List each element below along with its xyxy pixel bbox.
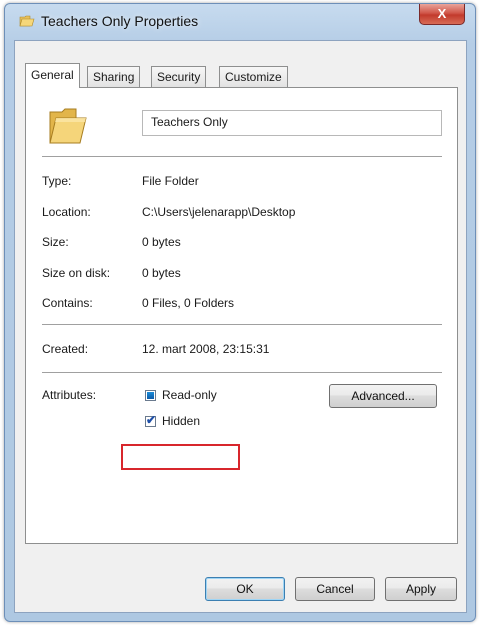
folder-name-input[interactable]: Teachers Only xyxy=(142,110,442,136)
size-value: 0 bytes xyxy=(142,235,181,249)
dialog-client-area: General Sharing Security Customize Teach… xyxy=(14,40,467,613)
general-tab-panel: Teachers Only Type: File Folder Location… xyxy=(25,87,458,544)
title-bar[interactable]: Teachers Only Properties X xyxy=(5,4,475,40)
properties-dialog: Teachers Only Properties X General Shari… xyxy=(4,3,476,622)
readonly-checkbox[interactable] xyxy=(145,390,156,401)
type-value: File Folder xyxy=(142,174,199,188)
readonly-label: Read-only xyxy=(162,388,217,402)
cancel-button[interactable]: Cancel xyxy=(295,577,375,601)
location-label: Location: xyxy=(42,205,91,219)
contains-value: 0 Files, 0 Folders xyxy=(142,296,235,310)
contains-label: Contains: xyxy=(42,296,93,310)
hidden-checkbox[interactable]: ✔ xyxy=(145,413,157,427)
divider xyxy=(42,324,442,326)
hidden-attribute-highlight xyxy=(121,444,240,470)
checkmark-icon: ✔ xyxy=(146,413,157,427)
location-value: C:\Users\jelenarapp\Desktop xyxy=(142,205,296,219)
size-on-disk-label: Size on disk: xyxy=(42,266,111,280)
close-button[interactable]: X xyxy=(419,4,465,25)
hidden-label: Hidden xyxy=(162,414,201,428)
folder-icon xyxy=(49,108,87,144)
divider xyxy=(42,156,442,158)
advanced-button[interactable]: Advanced... xyxy=(329,384,437,408)
folder-icon xyxy=(19,15,35,27)
size-on-disk-value: 0 bytes xyxy=(142,266,181,280)
attributes-label: Attributes: xyxy=(42,388,97,402)
tab-security[interactable]: Security xyxy=(151,66,207,87)
divider xyxy=(42,372,442,374)
apply-button[interactable]: Apply xyxy=(385,577,457,601)
size-label: Size: xyxy=(42,235,69,249)
created-value: 12. mart 2008, 23:15:31 xyxy=(142,342,270,356)
window-title: Teachers Only Properties xyxy=(41,13,199,29)
ok-button[interactable]: OK xyxy=(205,577,285,601)
created-label: Created: xyxy=(42,342,89,356)
type-label: Type: xyxy=(42,174,72,188)
tab-general[interactable]: General xyxy=(25,63,80,88)
tab-sharing[interactable]: Sharing xyxy=(87,66,141,87)
tab-customize[interactable]: Customize xyxy=(219,66,288,87)
close-icon: X xyxy=(437,6,447,21)
